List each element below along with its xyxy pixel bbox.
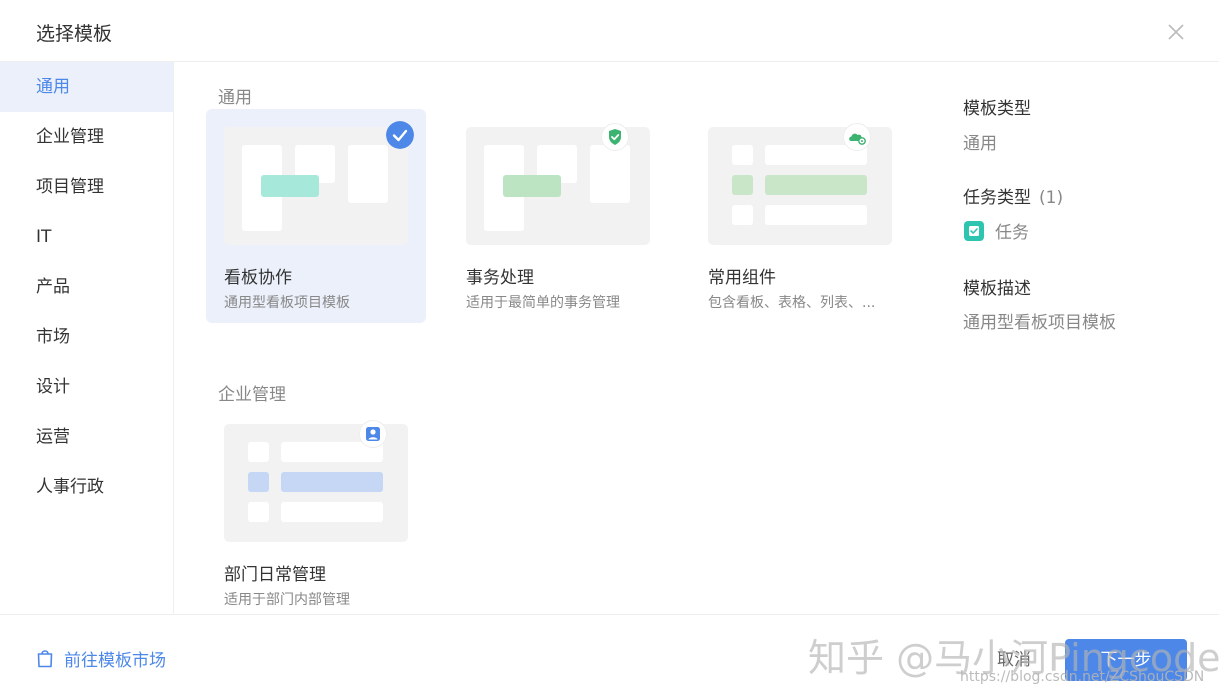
check-circle-icon <box>386 121 414 149</box>
sidebar-item-it[interactable]: IT <box>0 212 173 262</box>
url-watermark: https://blog.csdn.net/ZCShouCSDN <box>960 669 1205 685</box>
task-type-label-text: 任务类型 <box>963 188 1031 208</box>
sidebar-item-hr-admin[interactable]: 人事行政 <box>0 462 173 512</box>
task-type-label: 任务类型 (1) <box>963 183 1063 208</box>
sidebar-item-label: 市场 <box>36 327 70 347</box>
sidebar-item-label: 通用 <box>36 77 70 97</box>
section-title-general: 通用 <box>218 88 252 108</box>
dialog-title: 选择模板 <box>36 23 113 45</box>
template-name: 部门日常管理 <box>224 565 326 585</box>
sidebar-item-label: 设计 <box>36 377 70 397</box>
sidebar-item-product[interactable]: 产品 <box>0 262 173 312</box>
template-type-label: 模板类型 <box>963 99 1031 119</box>
shopping-bag-icon <box>37 650 53 668</box>
sidebar-item-marketing[interactable]: 市场 <box>0 312 173 362</box>
template-desc: 包含看板、表格、列表、... <box>708 295 876 311</box>
template-card-components[interactable]: 常用组件 包含看板、表格、列表、... <box>690 109 910 323</box>
shield-check-icon <box>601 123 629 151</box>
section-title-enterprise: 企业管理 <box>218 385 286 405</box>
template-market-label: 前往模板市场 <box>64 650 166 671</box>
task-type-item-label: 任务 <box>995 223 1029 243</box>
sidebar-item-general[interactable]: 通用 <box>0 62 173 112</box>
sidebar-item-label: 项目管理 <box>36 177 104 197</box>
template-details-panel: 模板类型 通用 任务类型 (1) 任务 模板描述 通用型看板项目模板 <box>937 62 1219 614</box>
template-desc: 适用于最简单的事务管理 <box>466 295 620 311</box>
template-gallery: 通用 看板协作 通用型看板项目模板 事务处理 适用于最简单的事务管理 常用组件 … <box>174 62 937 614</box>
dialog-header: 选择模板 <box>0 0 1219 62</box>
sidebar-item-label: 人事行政 <box>36 477 104 497</box>
sidebar-item-project[interactable]: 项目管理 <box>0 162 173 212</box>
task-type-count: (1) <box>1039 188 1064 208</box>
template-name: 事务处理 <box>466 268 534 288</box>
cloud-gear-icon <box>843 123 871 151</box>
close-icon[interactable] <box>1163 19 1189 45</box>
template-name: 常用组件 <box>708 268 776 288</box>
template-card-department[interactable]: 部门日常管理 适用于部门内部管理 <box>206 406 426 620</box>
template-desc: 通用型看板项目模板 <box>224 295 350 311</box>
sidebar-item-label: 运营 <box>36 427 70 447</box>
sidebar-item-design[interactable]: 设计 <box>0 362 173 412</box>
template-desc-value: 通用型看板项目模板 <box>963 313 1116 333</box>
sidebar-item-label: IT <box>36 227 52 247</box>
sidebar-item-label: 企业管理 <box>36 127 104 147</box>
template-market-link[interactable]: 前往模板市场 <box>36 647 166 671</box>
template-name: 看板协作 <box>224 268 292 288</box>
template-desc: 适用于部门内部管理 <box>224 592 350 608</box>
task-icon <box>964 220 984 241</box>
task-type-item: 任务 <box>963 218 1029 243</box>
template-thumbnail <box>224 127 408 245</box>
user-icon <box>359 420 387 448</box>
sidebar-item-label: 产品 <box>36 277 70 297</box>
template-type-value: 通用 <box>963 134 997 154</box>
template-desc-label: 模板描述 <box>963 279 1031 299</box>
sidebar-item-operations[interactable]: 运营 <box>0 412 173 462</box>
template-card-kanban[interactable]: 看板协作 通用型看板项目模板 <box>206 109 426 323</box>
sidebar-item-enterprise[interactable]: 企业管理 <box>0 112 173 162</box>
template-card-transaction[interactable]: 事务处理 适用于最简单的事务管理 <box>448 109 668 323</box>
dialog-footer: 前往模板市场 取消 下一步 知乎 @马小河Pingcode https://bl… <box>0 614 1219 696</box>
category-sidebar: 通用 企业管理 项目管理 IT 产品 市场 设计 运营 人事行政 <box>0 62 174 614</box>
